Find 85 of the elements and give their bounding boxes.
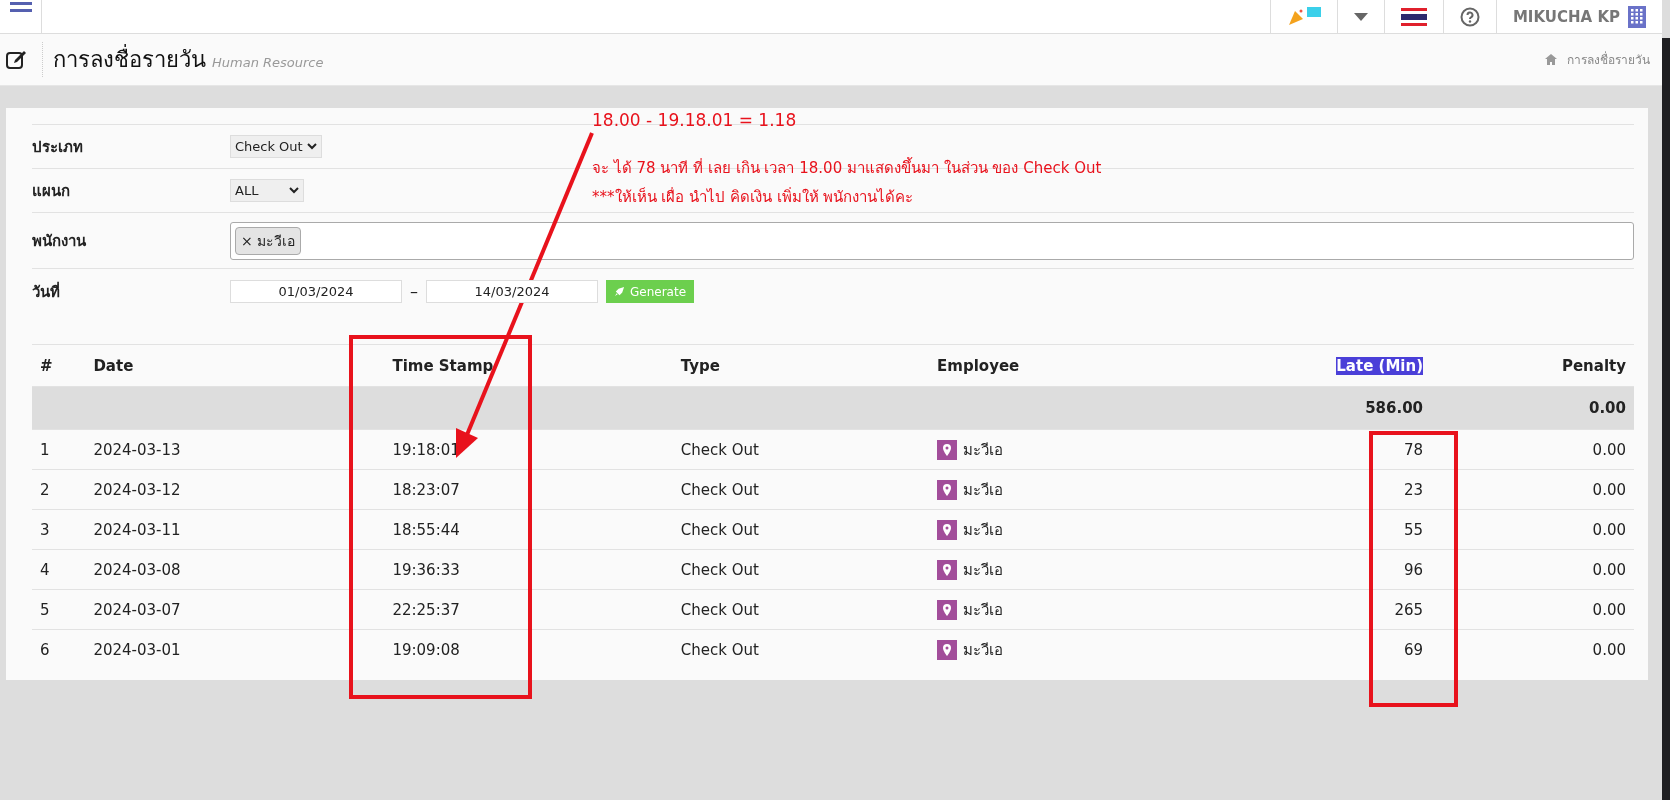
filter-label: ประเภท bbox=[32, 136, 84, 158]
table-cell: 0.00 bbox=[1431, 469, 1634, 510]
location-pin-icon[interactable] bbox=[937, 439, 958, 460]
caret-icon bbox=[306, 143, 317, 150]
range-separator: – bbox=[410, 282, 418, 301]
column-header: # bbox=[32, 344, 86, 387]
table-cell: 2024-03-01 bbox=[85, 629, 385, 670]
thai-flag-icon[interactable] bbox=[1400, 7, 1427, 26]
column-header: Date bbox=[85, 344, 385, 387]
edit-icon bbox=[6, 49, 28, 70]
annotation-note: ***ให้เห็น เผื่อ นำไป คิดเงิน เพิ่มให้ พนักงานได้คะ bbox=[592, 186, 914, 208]
rocket-icon bbox=[614, 286, 625, 297]
table-cell: 23 bbox=[1249, 469, 1432, 510]
table-cell-text: มะวีเอ bbox=[963, 439, 1004, 461]
location-pin-icon[interactable] bbox=[937, 599, 958, 620]
table-cell: 2024-03-11 bbox=[85, 509, 385, 550]
table-cell: 96 bbox=[1249, 549, 1432, 590]
table-cell-text: มะวีเอ bbox=[963, 479, 1004, 501]
annotation-formula: 18.00 - 19.18.01 = 1.18 bbox=[592, 110, 797, 130]
table-cell: 6 bbox=[32, 629, 86, 670]
filter-label: วันที่ bbox=[32, 280, 61, 303]
table-cell-text: มะวีเอ bbox=[963, 639, 1004, 661]
caret-icon bbox=[289, 187, 299, 194]
table-cell: 0.00 bbox=[1431, 429, 1634, 470]
table-cell: 18:23:07 bbox=[384, 469, 673, 510]
table-cell: 265 bbox=[1249, 589, 1432, 630]
column-header: Penalty bbox=[1431, 344, 1634, 387]
table-cell: Check Out bbox=[672, 469, 930, 510]
scrollbar[interactable] bbox=[1662, 38, 1670, 800]
table-cell-text: มะวีเอ bbox=[963, 519, 1004, 541]
table-cell: 0.00 bbox=[1431, 549, 1634, 590]
date-field[interactable]: 01/03/2024 bbox=[230, 280, 402, 303]
column-header: Time Stamp bbox=[384, 344, 673, 387]
column-header: Late (Min) bbox=[1249, 344, 1432, 387]
select-field[interactable]: Check Out bbox=[230, 135, 322, 158]
column-header: Employee bbox=[929, 344, 1250, 387]
location-pin-icon[interactable] bbox=[937, 559, 958, 580]
table-cell: 1 bbox=[32, 429, 86, 470]
dropdown-caret-icon[interactable] bbox=[1353, 12, 1368, 21]
location-pin-icon[interactable] bbox=[937, 639, 958, 660]
table-cell-text: มะวีเอ bbox=[963, 559, 1004, 581]
employee-tag-field[interactable]: × มะวีเอ bbox=[230, 221, 1634, 260]
table-cell: 19:36:33 bbox=[384, 549, 673, 590]
table-cell: 22:25:37 bbox=[384, 589, 673, 630]
menu-icon[interactable] bbox=[9, 2, 32, 14]
table-cell: Check Out bbox=[672, 589, 930, 630]
total-late: 586.00 bbox=[1249, 386, 1432, 430]
table-cell: 2024-03-07 bbox=[85, 589, 385, 630]
table-cell: Check Out bbox=[672, 629, 930, 670]
home-icon[interactable] bbox=[1545, 54, 1557, 65]
table-cell: 78 bbox=[1249, 429, 1432, 470]
select-field[interactable]: ALL bbox=[230, 179, 304, 202]
filter-label: พนักงาน bbox=[32, 230, 87, 252]
table-cell: 18:55:44 bbox=[384, 509, 673, 550]
location-pin-icon[interactable] bbox=[937, 479, 958, 500]
table-cell: 2024-03-12 bbox=[85, 469, 385, 510]
annotation-note: จะ ได้ 78 นาที ที่ เลย เกิน เวลา 18.00 มาแสดงขึ้นมา ในส่วน ของ Check Out bbox=[592, 156, 1102, 179]
table-cell: 5 bbox=[32, 589, 86, 630]
table-cell: 2 bbox=[32, 469, 86, 510]
table-cell: Check Out bbox=[672, 549, 930, 590]
table-cell-text: มะวีเอ bbox=[963, 599, 1004, 621]
table-cell: 2024-03-13 bbox=[85, 429, 385, 470]
location-pin-icon[interactable] bbox=[937, 519, 958, 540]
table-cell: 55 bbox=[1249, 509, 1432, 550]
table-cell: 3 bbox=[32, 509, 86, 550]
table-cell: 0.00 bbox=[1431, 589, 1634, 630]
table-cell: 19:09:08 bbox=[384, 629, 673, 670]
table-cell: 4 bbox=[32, 549, 86, 590]
table-cell: Check Out bbox=[672, 429, 930, 470]
user-name[interactable]: MIKUCHA KP bbox=[1512, 7, 1620, 26]
table-cell: Check Out bbox=[672, 509, 930, 550]
column-header: Type bbox=[672, 344, 930, 387]
table-cell: 0.00 bbox=[1431, 629, 1634, 670]
help-icon[interactable] bbox=[1459, 6, 1480, 27]
filter-label: แผนก bbox=[32, 180, 71, 202]
building-icon[interactable] bbox=[1628, 5, 1646, 28]
employee-tag[interactable]: × มะวีเอ bbox=[235, 226, 302, 255]
table-cell: 69 bbox=[1249, 629, 1432, 670]
table-cell: 2024-03-08 bbox=[85, 549, 385, 590]
page-subtitle: Human Resource bbox=[212, 55, 324, 70]
breadcrumb-link[interactable]: การลงชื่อรายวัน bbox=[1567, 50, 1650, 69]
date-field[interactable]: 14/03/2024 bbox=[426, 280, 598, 303]
total-penalty: 0.00 bbox=[1431, 386, 1634, 430]
table-cell: 0.00 bbox=[1431, 509, 1634, 550]
page-title: การลงชื่อรายวัน bbox=[42, 42, 206, 77]
